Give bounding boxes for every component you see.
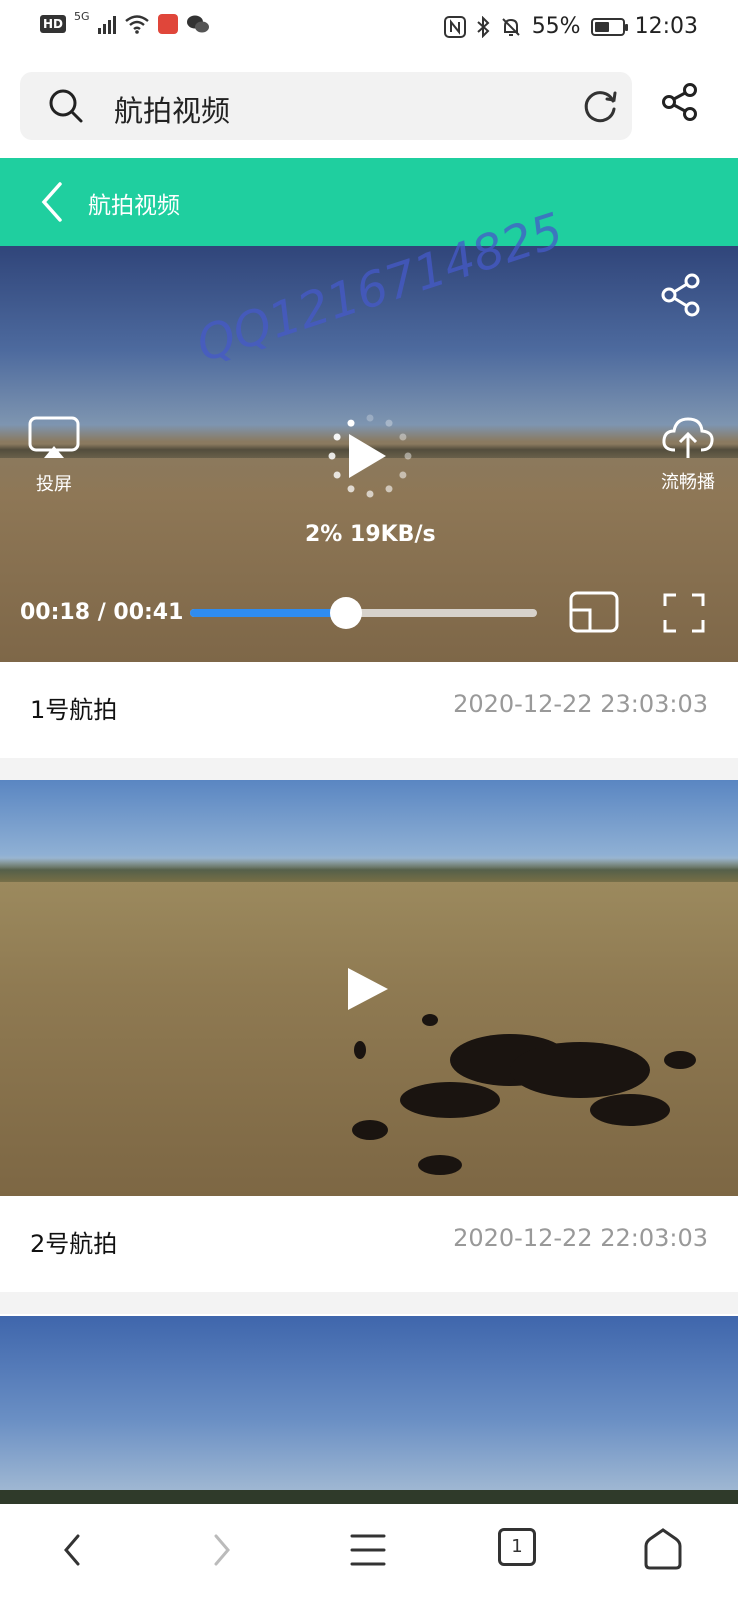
back-icon[interactable] — [58, 1528, 88, 1572]
cattle-herd-image — [352, 1014, 696, 1175]
wifi-icon — [124, 15, 149, 34]
spinner-dot — [385, 419, 393, 427]
search-icon[interactable] — [48, 88, 84, 124]
smooth-play-button[interactable]: 流畅播 — [652, 416, 724, 494]
status-right: 55% 12:03 — [443, 14, 698, 39]
thumbnail-treeline — [0, 858, 738, 882]
address-text[interactable]: 航拍视频 — [114, 88, 230, 130]
divider — [0, 758, 738, 780]
spinner-dot — [399, 433, 407, 441]
loading-spinner — [328, 414, 412, 498]
reload-icon[interactable] — [582, 87, 620, 125]
play-icon[interactable] — [346, 966, 390, 1012]
address-bar[interactable]: 航拍视频 — [20, 72, 632, 140]
status-left: HD 5G — [40, 10, 210, 34]
video-date: 2020-12-22 22:03:03 — [453, 1224, 708, 1252]
picture-in-picture-icon[interactable] — [568, 590, 620, 634]
network-label: 5G — [74, 9, 90, 23]
video-item-1[interactable]: 1号航拍 2020-12-22 23:03:03 — [0, 662, 738, 758]
nfc-icon — [443, 15, 466, 38]
progress-thumb[interactable] — [330, 597, 363, 629]
divider — [0, 1292, 738, 1314]
header-title: 航拍视频 — [88, 193, 180, 219]
video-name: 1号航拍 — [30, 696, 118, 724]
video-share-icon[interactable] — [660, 272, 702, 318]
forward-icon[interactable] — [206, 1528, 236, 1572]
smooth-play-label: 流畅播 — [661, 472, 715, 493]
spinner-dot — [385, 485, 393, 493]
progress-fill — [190, 609, 347, 617]
menu-icon[interactable] — [350, 1528, 386, 1572]
battery-fill — [594, 21, 609, 32]
tabs-icon[interactable]: 1 — [498, 1528, 536, 1566]
video-item-2[interactable]: 2号航拍 2020-12-22 22:03:03 — [0, 1196, 738, 1292]
thumbnail-treeline — [0, 1490, 738, 1504]
spinner-dot — [328, 452, 336, 460]
progress-slider[interactable] — [190, 597, 537, 629]
page-header: 航拍视频 — [0, 158, 738, 246]
fullscreen-icon[interactable] — [662, 592, 706, 634]
battery-percent: 55% — [531, 14, 581, 39]
home-icon[interactable] — [642, 1528, 684, 1572]
clock: 12:03 — [634, 14, 698, 39]
spinner-dot — [333, 471, 341, 479]
video-thumbnail-3[interactable] — [0, 1316, 738, 1504]
playback-time: 00:18 / 00:41 — [20, 600, 184, 625]
spinner-dot — [366, 490, 374, 498]
bluetooth-icon — [477, 15, 490, 38]
loading-stats: 2% 19KB/s — [305, 522, 436, 547]
cloud-upload-icon — [662, 417, 714, 458]
battery-icon — [590, 17, 628, 36]
hd-badge: HD — [40, 15, 67, 33]
spinner-dot — [347, 485, 355, 493]
share-icon[interactable] — [660, 82, 700, 122]
status-bar: HD 5G 55% 12:03 — [0, 0, 738, 56]
signal-icon — [97, 14, 116, 34]
bottom-nav: 1 — [0, 1504, 738, 1600]
mute-bell-icon — [501, 17, 520, 36]
cast-button[interactable]: 投屏 — [26, 416, 82, 496]
cast-label: 投屏 — [36, 474, 72, 495]
video-date: 2020-12-22 23:03:03 — [453, 690, 708, 718]
cast-icon — [28, 416, 80, 458]
app-notification-icon — [157, 14, 178, 34]
play-icon — [349, 434, 386, 478]
spinner-dot — [347, 419, 355, 427]
spinner-dot — [399, 471, 407, 479]
chevron-left-icon[interactable] — [36, 180, 66, 224]
spinner-dot — [366, 414, 374, 422]
wechat-icon — [186, 15, 209, 33]
video-name: 2号航拍 — [30, 1230, 118, 1258]
spinner-dot — [404, 452, 412, 460]
spinner-dot — [333, 433, 341, 441]
